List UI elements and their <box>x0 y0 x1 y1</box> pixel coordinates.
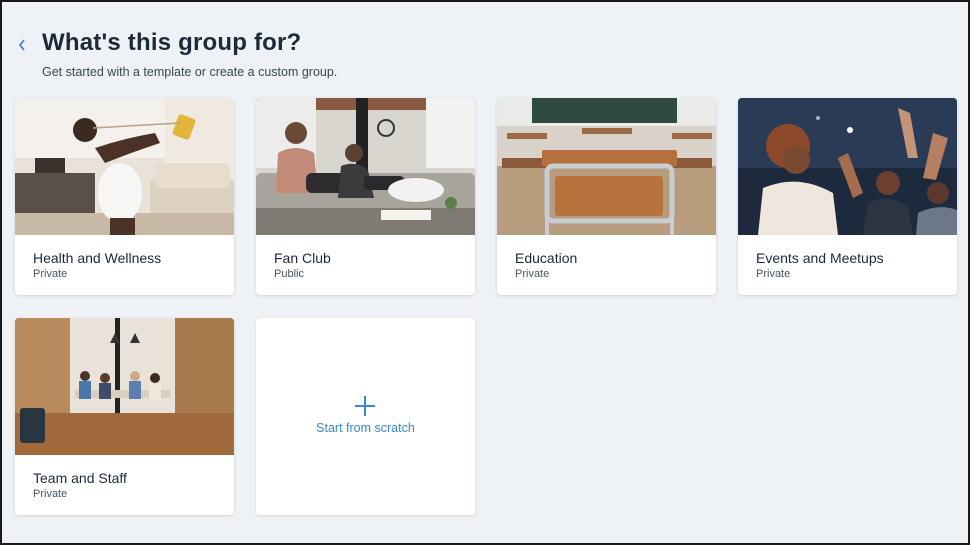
template-name: Team and Staff <box>33 470 127 486</box>
page-subtitle: Get started with a template or create a … <box>42 65 338 79</box>
template-card-events-and-meetups[interactable]: Events and Meetups Private <box>738 98 957 295</box>
chevron-left-icon <box>18 39 25 51</box>
template-name: Health and Wellness <box>33 250 162 266</box>
template-image-team-and-staff <box>15 318 234 455</box>
back-button[interactable] <box>13 35 31 57</box>
template-card-education[interactable]: Education Private <box>497 98 716 295</box>
plus-icon <box>355 396 375 416</box>
start-from-scratch-label: Start from scratch <box>316 421 415 435</box>
template-name: Fan Club <box>274 250 331 266</box>
template-privacy: Private <box>515 268 550 280</box>
template-privacy: Private <box>33 268 68 280</box>
template-image-health-and-wellness <box>15 98 234 235</box>
template-privacy: Private <box>756 268 791 280</box>
page-title: What's this group for? <box>42 29 302 56</box>
template-image-events-and-meetups <box>738 98 957 235</box>
template-card-health-and-wellness[interactable]: Health and Wellness Private <box>15 98 234 295</box>
start-from-scratch-card[interactable]: Start from scratch <box>256 318 475 515</box>
template-privacy: Private <box>33 488 68 500</box>
template-privacy: Public <box>274 268 304 280</box>
template-card-team-and-staff[interactable]: Team and Staff Private <box>15 318 234 515</box>
template-name: Events and Meetups <box>756 250 884 266</box>
template-card-fan-club[interactable]: Fan Club Public <box>256 98 475 295</box>
template-image-education <box>497 98 716 235</box>
template-image-fan-club <box>256 98 475 235</box>
page-frame: What's this group for? Get started with … <box>0 0 970 545</box>
template-name: Education <box>515 250 578 266</box>
